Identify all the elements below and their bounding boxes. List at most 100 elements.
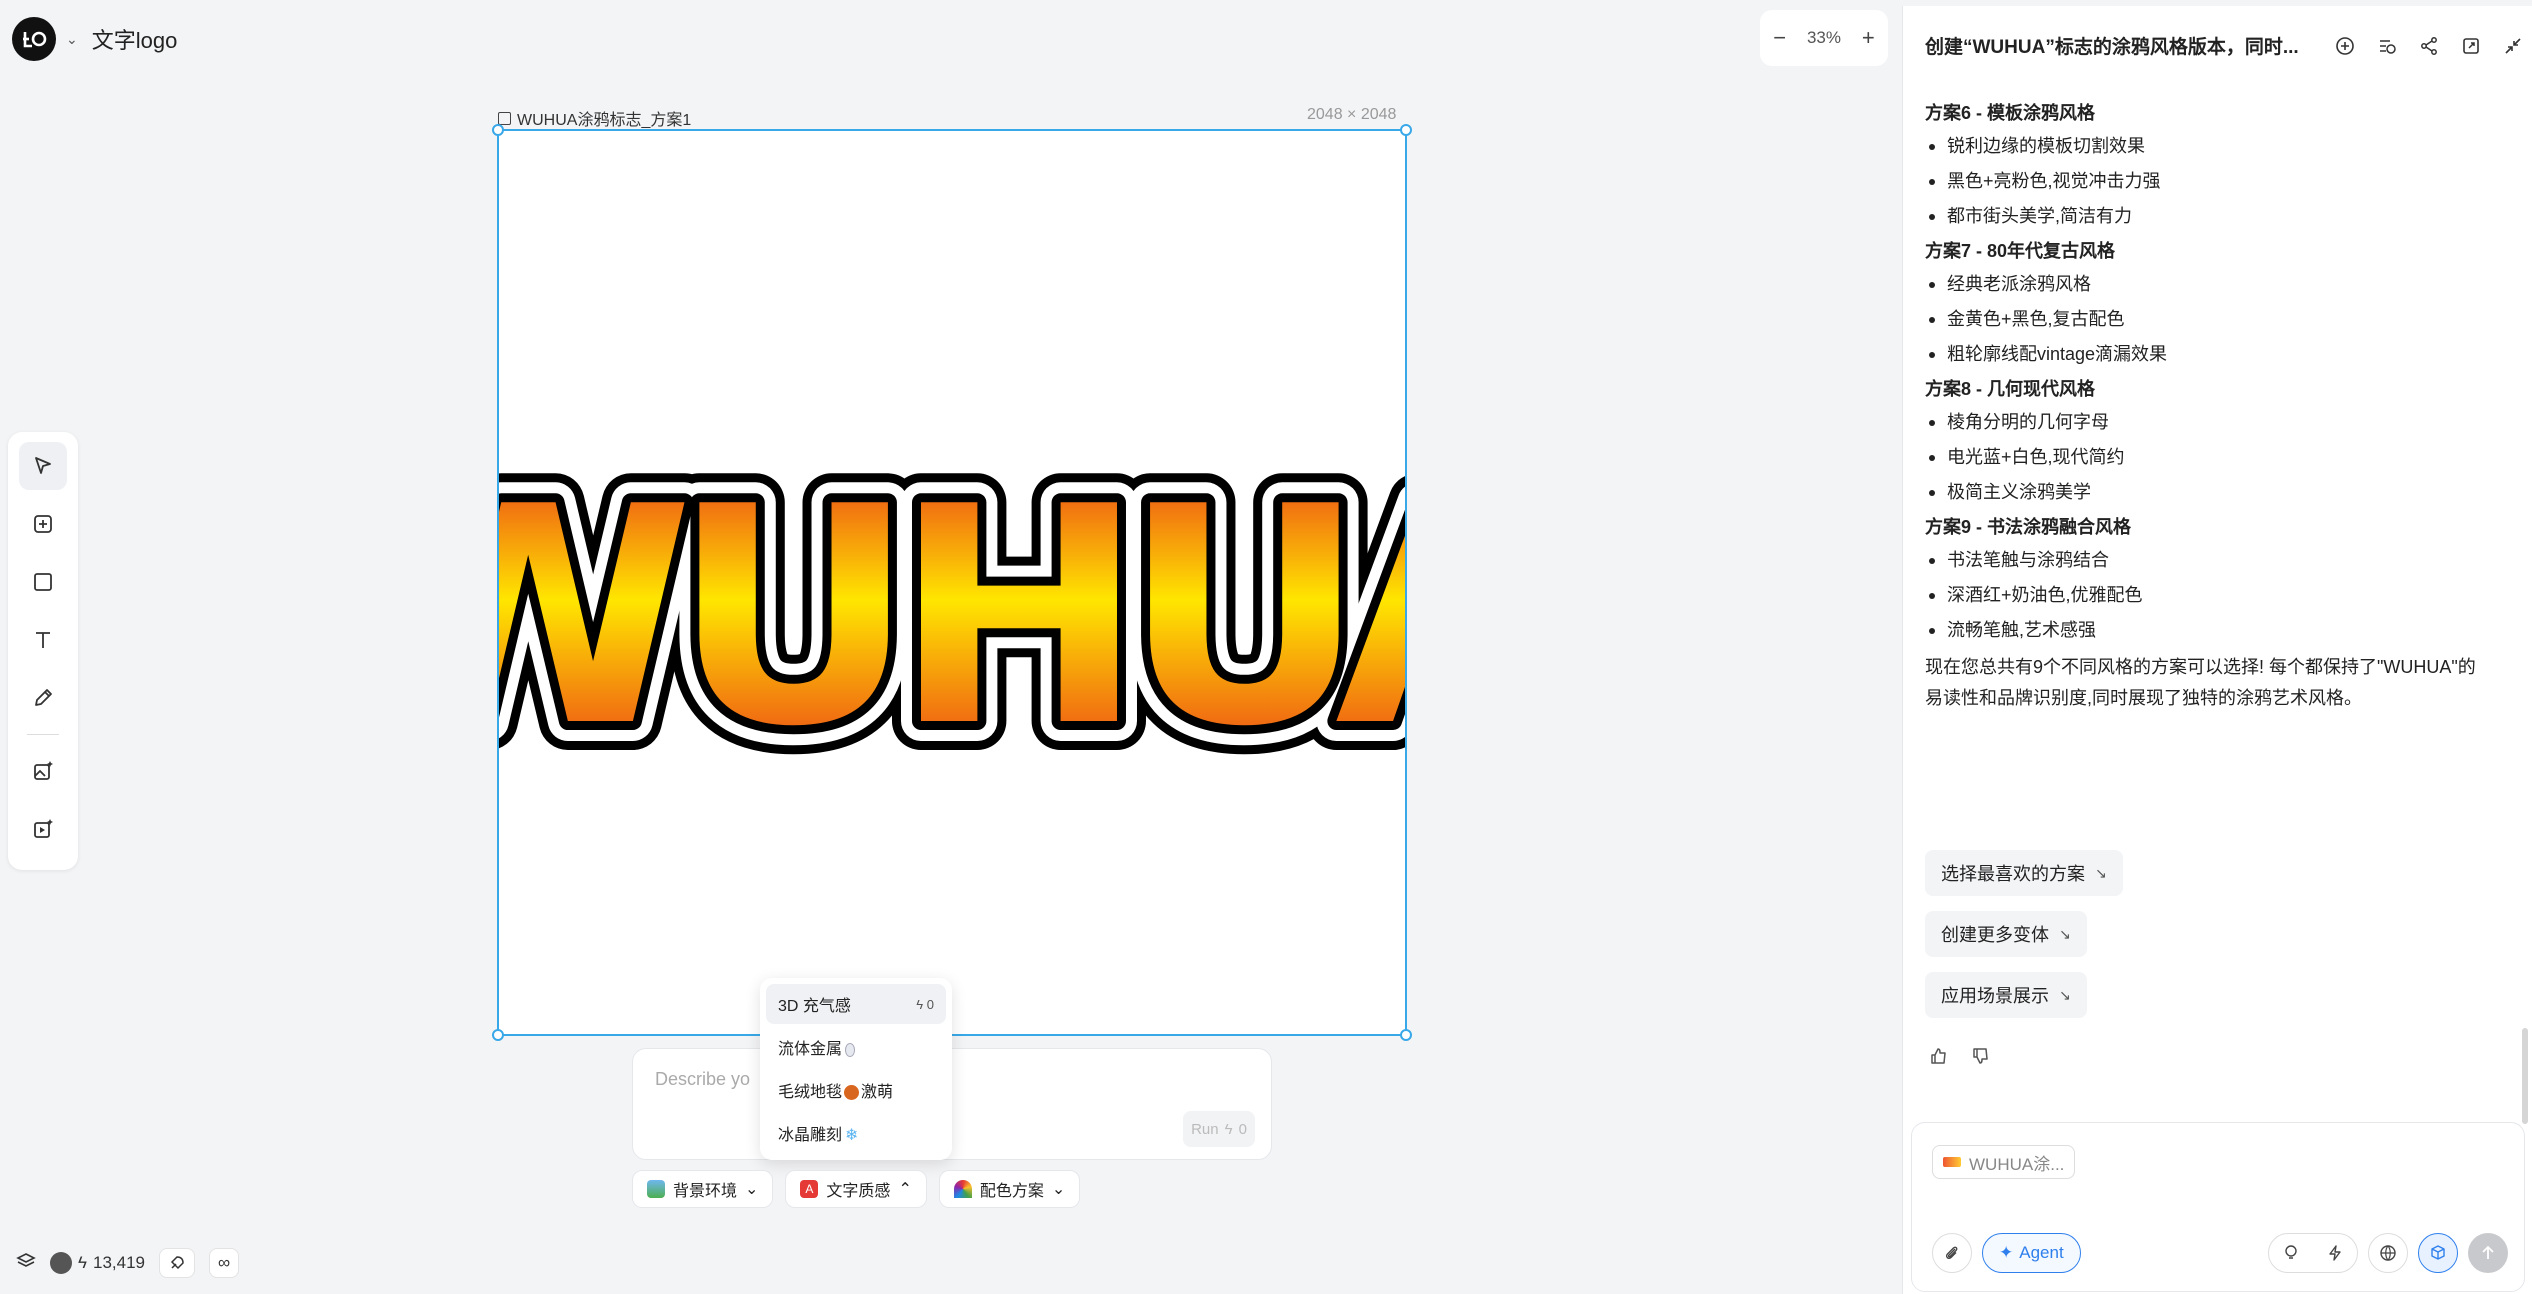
- ai-image-tool[interactable]: [19, 747, 67, 795]
- agent-mode-button[interactable]: ✦ Agent: [1982, 1233, 2081, 1273]
- dropdown-item-plush-carpet[interactable]: 毛绒地毯 激萌: [766, 1070, 946, 1110]
- arrow-down-right-icon: ↘: [2095, 864, 2107, 881]
- assistant-message: 方案6 - 模板涂鸦风格 锐利边缘的模板切割效果 黑色+亮粉色,视觉冲击力强 都…: [1925, 96, 2485, 713]
- color-scheme-chip[interactable]: 配色方案 ⌄: [938, 1170, 1081, 1208]
- paperclip-icon: [1945, 1246, 1958, 1260]
- arrow-down-right-icon: ↘: [2059, 986, 2071, 1003]
- text-texture-chip[interactable]: A 文字质感 ⌃: [785, 1170, 927, 1208]
- chevron-down-icon: ⌄: [1051, 1181, 1066, 1198]
- collapse-icon[interactable]: [2501, 34, 2525, 58]
- lightning-icon: ϟ: [78, 1253, 87, 1272]
- video-sparkle-icon: [34, 819, 53, 838]
- select-tool[interactable]: [19, 442, 67, 490]
- share-icon[interactable]: [2417, 34, 2441, 58]
- cost-badge: ϟ 0: [916, 996, 934, 1012]
- unlimited-mode-button[interactable]: ∞: [209, 1248, 240, 1278]
- dropdown-item-inflatable[interactable]: 3D 充气感 ϟ 0: [766, 984, 946, 1024]
- web-search-globe-icon[interactable]: [2368, 1233, 2408, 1273]
- pencil-icon: [35, 689, 52, 706]
- chevron-up-icon: ⌃: [898, 1181, 912, 1198]
- suggestion-button[interactable]: 应用场景展示 ↘: [1925, 972, 2087, 1018]
- resize-handle-br[interactable]: [1400, 1029, 1412, 1041]
- dropdown-item-liquid-metal[interactable]: 流体金属: [766, 1027, 946, 1067]
- message-feedback: [1929, 1046, 1991, 1071]
- list-item: 书法笔触与涂鸦结合: [1925, 547, 2485, 574]
- zoom-out-button[interactable]: −: [1768, 25, 1792, 51]
- boost-button[interactable]: [159, 1248, 195, 1278]
- text-tool[interactable]: [19, 616, 67, 664]
- zoom-in-button[interactable]: +: [1856, 25, 1880, 51]
- resize-handle-bl[interactable]: [492, 1029, 504, 1041]
- chat-panel: 创建“WUHUA”标志的涂鸦风格版本，同时... 方案6 - 模板涂鸦风格 锐利…: [1902, 6, 2532, 1294]
- basketball-icon: [844, 1085, 860, 1101]
- app-logo-icon[interactable]: [12, 17, 56, 61]
- open-panel-icon[interactable]: [2459, 34, 2483, 58]
- 3d-cube-icon[interactable]: [2418, 1233, 2458, 1273]
- fast-lightning-icon[interactable]: [2313, 1234, 2357, 1272]
- suggestion-button[interactable]: 选择最喜欢的方案 ↘: [1925, 850, 2123, 896]
- arrow-up-icon: [2482, 1245, 2494, 1259]
- chat-title: 创建“WUHUA”标志的涂鸦风格版本，同时...: [1925, 37, 2299, 58]
- project-title[interactable]: 文字logo: [92, 23, 178, 55]
- list-item: 都市街头美学,简洁有力: [1925, 203, 2485, 230]
- run-button[interactable]: Run ϟ 0: [1183, 1111, 1255, 1147]
- add-square-icon: [34, 515, 52, 533]
- resize-handle-tl[interactable]: [492, 124, 504, 136]
- toolbar-divider: [27, 734, 59, 735]
- pen-tool[interactable]: [19, 674, 67, 722]
- artboard-canvas[interactable]: WUHUA WUHUA WUHUA: [334, 124, 1620, 1041]
- add-frame-tool[interactable]: [19, 500, 67, 548]
- suggestion-button[interactable]: 创建更多变体 ↘: [1925, 911, 2087, 957]
- thumbs-up-icon[interactable]: [1929, 1046, 1949, 1071]
- reference-image-chip[interactable]: WUHUA涂...: [1932, 1145, 2076, 1179]
- rectangle-icon: [34, 573, 52, 591]
- texture-dropdown-menu: 3D 充气感 ϟ 0 流体金属 毛绒地毯 激萌 冰晶雕刻 ❄: [760, 978, 952, 1160]
- list-item: 棱角分明的几何字母: [1925, 409, 2485, 436]
- plan-heading: 方案7 - 80年代复古风格: [1925, 241, 2116, 261]
- snowflake-icon: ❄: [845, 1127, 859, 1144]
- plan-heading: 方案9 - 书法涂鸦融合风格: [1925, 517, 2132, 537]
- ai-video-tool[interactable]: [19, 805, 67, 853]
- credits-display[interactable]: ϟ 13,419: [50, 1252, 145, 1274]
- list-item: 电光蓝+白色,现代简约: [1925, 444, 2485, 471]
- idea-bulb-icon[interactable]: [2269, 1234, 2313, 1272]
- dropdown-item-ice-carving[interactable]: 冰晶雕刻 ❄: [766, 1113, 946, 1153]
- prompt-composer[interactable]: Describe yo Run ϟ 0: [632, 1048, 1272, 1160]
- zoom-level[interactable]: 33%: [1807, 28, 1841, 48]
- project-header: ⌄ 文字logo: [12, 17, 177, 61]
- rainbow-icon: [953, 1180, 972, 1198]
- attach-button[interactable]: [1932, 1233, 1972, 1273]
- list-item: 极简主义涂鸦美学: [1925, 479, 2485, 506]
- rectangle-tool[interactable]: [19, 558, 67, 606]
- graffiti-fill-text: WUHUA: [499, 443, 1405, 792]
- project-menu-chevron-down-icon[interactable]: ⌄: [66, 31, 78, 48]
- chat-input[interactable]: WUHUA涂... ✦ Agent: [1911, 1122, 2525, 1292]
- artboard-label[interactable]: WUHUA涂鸦标志_方案1: [498, 106, 691, 130]
- style-chip-row: 背景环境 ⌄ A 文字质感 ⌃ 配色方案 ⌄: [632, 1170, 1081, 1208]
- layers-icon[interactable]: [16, 1251, 36, 1276]
- avatar: [50, 1252, 72, 1274]
- silver-drop-icon: [845, 1042, 856, 1057]
- zoom-control: − 33% +: [1760, 10, 1888, 66]
- landscape-icon: [647, 1180, 665, 1198]
- rocket-icon: [170, 1256, 184, 1270]
- sparkle-icon: ✦: [1999, 1243, 2014, 1262]
- run-label: Run: [1191, 1120, 1219, 1138]
- lightning-icon: ϟ: [1224, 1120, 1233, 1138]
- new-chat-icon[interactable]: [2333, 34, 2357, 58]
- artboard-size: 2048 × 2048: [1307, 106, 1397, 123]
- cursor-icon: [35, 457, 51, 474]
- credits-count: 13,419: [93, 1253, 145, 1272]
- status-bar: ϟ 13,419 ∞: [16, 1248, 240, 1278]
- background-env-chip[interactable]: 背景环境 ⌄: [632, 1170, 774, 1208]
- list-item: 粗轮廓线配vintage滴漏效果: [1925, 341, 2485, 368]
- chat-scrollbar[interactable]: [2522, 1028, 2528, 1124]
- resize-handle-tr[interactable]: [1400, 124, 1412, 136]
- thumbs-down-icon[interactable]: [1971, 1046, 1991, 1071]
- prompt-placeholder[interactable]: Describe yo: [655, 1069, 750, 1090]
- send-button[interactable]: [2468, 1233, 2508, 1273]
- history-icon[interactable]: [2375, 34, 2399, 58]
- list-item: 金黄色+黑色,复古配色: [1925, 306, 2485, 333]
- list-item: 黑色+亮粉色,视觉冲击力强: [1925, 168, 2485, 195]
- plan-heading: 方案6 - 模板涂鸦风格: [1925, 103, 2096, 123]
